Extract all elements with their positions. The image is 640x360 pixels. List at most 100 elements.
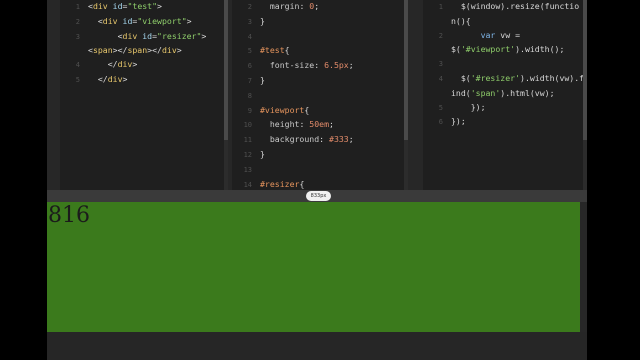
code-token: ></ bbox=[147, 45, 162, 56]
code-token: font-size bbox=[269, 60, 315, 71]
line-number: 7 bbox=[247, 76, 252, 85]
code-token: : bbox=[299, 1, 310, 11]
line-number: 5 bbox=[75, 75, 80, 84]
code-token: ; bbox=[329, 119, 334, 130]
code-token: span bbox=[127, 45, 148, 56]
css-code-line[interactable]: 14 #resizer{ bbox=[232, 178, 402, 190]
css-code-line[interactable]: 5 #test{ bbox=[232, 44, 402, 59]
line-number: 1 bbox=[75, 3, 80, 11]
code-token: var bbox=[480, 29, 496, 40]
code-token: </ bbox=[97, 73, 108, 84]
code-token: #333 bbox=[329, 134, 349, 145]
css-editor-pane[interactable]: 2 margin: 0; 3} 4 5 #test{6 font-size: 6.5p… bbox=[232, 0, 408, 190]
css-code-line[interactable]: 6 font-size: 6.5px; bbox=[232, 59, 402, 74]
js-code-line[interactable]: 3 bbox=[423, 57, 581, 72]
js-code-line[interactable]: $('#viewport').width(); bbox=[423, 43, 581, 57]
html-code[interactable]: 1 <div id="test"> 2 <div id="viewport"> 3 <… bbox=[60, 0, 222, 88]
code-token: height bbox=[269, 119, 300, 130]
code-token: '#resizer' bbox=[470, 72, 521, 83]
css-scroll-thumb[interactable] bbox=[404, 0, 408, 140]
line-number: 9 bbox=[247, 106, 252, 115]
code-token: }); bbox=[451, 116, 466, 127]
css-code-line[interactable]: 7} bbox=[232, 74, 402, 89]
code-token: div bbox=[122, 30, 138, 41]
code-token: vw = bbox=[495, 29, 525, 40]
js-scroll-thumb[interactable] bbox=[583, 0, 587, 140]
code-token: n(){ bbox=[451, 15, 471, 26]
css-code-line[interactable]: 10 height: 50em; bbox=[232, 118, 402, 133]
code-token: }); bbox=[470, 101, 486, 112]
css-code-line[interactable]: 12} bbox=[232, 148, 402, 163]
code-token: > bbox=[201, 30, 207, 41]
js-code-line[interactable]: ind('span').html(vw); bbox=[423, 87, 581, 101]
code-token: > bbox=[157, 1, 162, 11]
css-code[interactable]: 2 margin: 0; 3} 4 5 #test{6 font-size: 6.5p… bbox=[232, 0, 402, 190]
js-code-line[interactable]: 2 var vw = bbox=[423, 29, 581, 44]
code-token: } bbox=[260, 148, 265, 159]
line-number: 6 bbox=[247, 62, 252, 71]
js-code-line[interactable]: 4 $('#resizer').width(vw).f bbox=[423, 72, 584, 87]
code-token: ></ bbox=[112, 45, 128, 56]
css-scrollbar[interactable] bbox=[404, 0, 408, 190]
html-editor-pane[interactable]: 1 <div id="test"> 2 <div id="viewport"> 3 <… bbox=[60, 0, 228, 190]
code-token: #viewport bbox=[260, 104, 305, 115]
code-token: span bbox=[92, 45, 113, 56]
html-code-line[interactable]: 5 </div> bbox=[60, 73, 222, 88]
html-code-line[interactable]: 4 </div> bbox=[60, 58, 222, 73]
code-token: id bbox=[122, 15, 133, 26]
js-code-line[interactable]: 1 $(window).resize(functio bbox=[423, 0, 581, 15]
code-token: { bbox=[299, 178, 305, 189]
html-scrollbar[interactable] bbox=[224, 0, 228, 190]
code-token: </ bbox=[107, 59, 118, 70]
code-token: > bbox=[176, 45, 182, 56]
line-number: 6 bbox=[438, 118, 443, 127]
code-token: div bbox=[161, 45, 177, 56]
code-token: '#viewport' bbox=[460, 44, 516, 55]
code-token: : bbox=[299, 119, 310, 130]
css-code-line[interactable]: 4 bbox=[232, 30, 402, 45]
js-code-line[interactable]: n(){ bbox=[423, 15, 581, 29]
code-token: $( bbox=[460, 72, 471, 83]
js-scrollbar[interactable] bbox=[583, 0, 587, 190]
code-token: > bbox=[186, 15, 192, 26]
code-token: ; bbox=[314, 1, 320, 11]
css-code-line[interactable]: 8 bbox=[232, 89, 402, 104]
width-badge: 833px bbox=[306, 191, 331, 201]
line-number: 1 bbox=[438, 3, 443, 11]
html-code-line[interactable]: 1 <div id="test"> bbox=[60, 0, 222, 15]
css-code-line[interactable]: 9 #viewport{ bbox=[232, 104, 402, 119]
line-number: 12 bbox=[243, 150, 252, 159]
code-token: "resizer" bbox=[157, 30, 202, 41]
html-code-line[interactable]: 3 <div id="resizer"> bbox=[60, 30, 222, 45]
line-number: 4 bbox=[247, 32, 252, 41]
code-token: ).html(vw); bbox=[500, 87, 555, 98]
code-token: div bbox=[117, 59, 133, 70]
html-code-line[interactable]: <span></span></div> bbox=[60, 44, 222, 58]
code-token: ind( bbox=[451, 87, 471, 98]
code-token: ; bbox=[348, 134, 354, 145]
line-number: 13 bbox=[243, 165, 252, 174]
code-token: #test bbox=[260, 45, 285, 56]
html-code-line[interactable]: 2 <div id="viewport"> bbox=[60, 15, 222, 30]
css-code-line[interactable]: 13 bbox=[232, 163, 402, 178]
css-code-line[interactable]: 3} bbox=[232, 15, 402, 30]
code-token: > bbox=[122, 73, 128, 84]
line-number: 3 bbox=[75, 32, 80, 41]
js-editor-pane[interactable]: 1 $(window).resize(functio n(){ 2 var vw =… bbox=[423, 0, 587, 190]
js-code-line[interactable]: 5 }); bbox=[423, 101, 581, 116]
line-number: 3 bbox=[247, 17, 252, 26]
js-code[interactable]: 1 $(window).resize(functio n(){ 2 var vw =… bbox=[423, 0, 584, 130]
code-token: id bbox=[142, 30, 153, 41]
css-code-line[interactable]: 11 background: #333; bbox=[232, 133, 402, 148]
js-code-line[interactable]: 6}); bbox=[423, 115, 581, 130]
code-token: : bbox=[319, 134, 330, 145]
css-code-line[interactable]: 2 margin: 0; bbox=[232, 0, 402, 15]
html-scroll-thumb[interactable] bbox=[224, 0, 228, 140]
result-output: 816 bbox=[47, 202, 580, 332]
